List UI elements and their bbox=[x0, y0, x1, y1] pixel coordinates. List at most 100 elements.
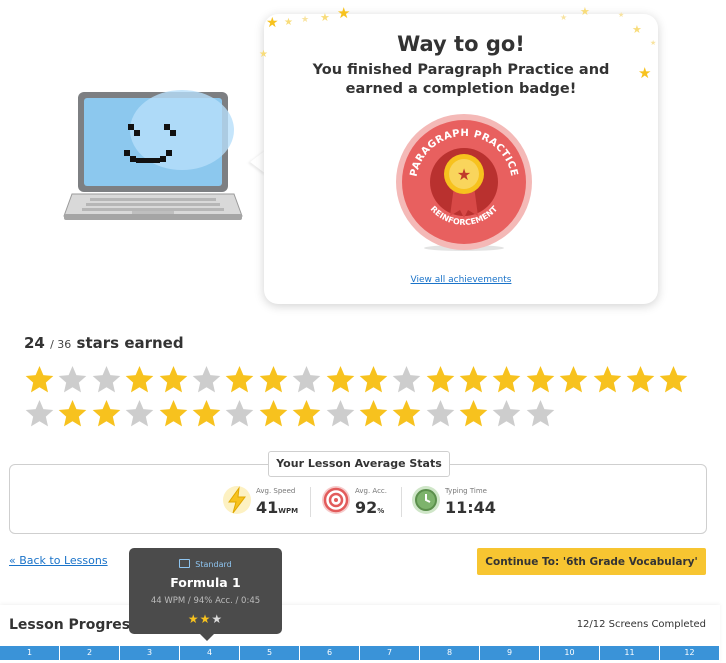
star-earned-icon bbox=[526, 365, 555, 393]
screens-completed-text: 12/12 Screens Completed bbox=[576, 619, 706, 630]
target-icon bbox=[322, 486, 350, 514]
progress-segment[interactable]: 1 bbox=[0, 646, 60, 660]
star-earned-icon bbox=[25, 365, 54, 393]
progress-segment[interactable]: 7 bbox=[360, 646, 420, 660]
typing-time-value: 11:44 bbox=[445, 498, 496, 517]
progress-segment[interactable]: 6 bbox=[300, 646, 360, 660]
star-empty-icon bbox=[226, 399, 254, 427]
back-to-lessons-link[interactable]: « Back to Lessons bbox=[9, 554, 108, 567]
avg-accuracy-value: 92% bbox=[355, 498, 385, 517]
completion-badge-icon: ★ PARAGRAPH PRACTICE REINFORCEMENT bbox=[396, 114, 532, 251]
progress-segment[interactable]: 12 bbox=[660, 646, 720, 660]
tooltip-screen-name: Formula 1 bbox=[170, 575, 241, 590]
avg-speed-label: Avg. Speed bbox=[256, 487, 296, 495]
star-earned-icon bbox=[459, 399, 488, 427]
star-earned-icon bbox=[159, 365, 187, 393]
progress-segment[interactable]: 9 bbox=[480, 646, 540, 660]
progress-segment[interactable]: 5 bbox=[240, 646, 300, 660]
stars-row-1 bbox=[24, 364, 692, 396]
confetti-star-icon: ★ bbox=[337, 4, 351, 22]
avg-accuracy-label: Avg. Acc. bbox=[355, 487, 388, 495]
tooltip-stars: ★★★ bbox=[187, 612, 224, 626]
confetti-star-icon: ★ bbox=[301, 15, 310, 25]
tooltip-arrow bbox=[200, 634, 214, 641]
continue-button[interactable]: Continue To: '6th Grade Vocabulary' bbox=[477, 548, 706, 575]
star-earned-icon bbox=[92, 399, 121, 427]
star-earned-icon bbox=[626, 365, 655, 393]
progress-segment[interactable]: 3 bbox=[120, 646, 180, 660]
star-empty-icon bbox=[426, 399, 455, 427]
confetti-star-icon: ★ bbox=[320, 11, 330, 24]
clock-icon bbox=[412, 486, 440, 514]
confetti-star-icon: ★ bbox=[618, 11, 625, 19]
star-empty-icon bbox=[192, 365, 221, 393]
avg-speed-stat: Avg. Speed 41WPM bbox=[222, 485, 302, 519]
avg-speed-value: 41WPM bbox=[256, 498, 299, 517]
achievement-card: Way to go! You finished Paragraph Practi… bbox=[264, 14, 658, 304]
star-earned-icon bbox=[292, 399, 321, 427]
stars-total: / 36 bbox=[50, 338, 72, 351]
confetti-star-icon: ★ bbox=[580, 5, 590, 18]
laptop-mascot-icon bbox=[63, 90, 243, 220]
star-empty-icon bbox=[392, 365, 421, 393]
star-earned-icon bbox=[192, 399, 221, 427]
stars-earned-summary: 24 / 36 stars earned bbox=[24, 334, 184, 352]
lightning-icon bbox=[223, 486, 251, 514]
star-earned-icon bbox=[326, 365, 354, 393]
tooltip-screen-stats: 44 WPM / 94% Acc. / 0:45 bbox=[150, 596, 261, 606]
progress-segment[interactable]: 2 bbox=[60, 646, 120, 660]
tooltip-mode: Standard bbox=[129, 559, 282, 569]
lesson-progress-title: Lesson Progress bbox=[9, 617, 139, 633]
typing-time-label: Typing Time bbox=[445, 487, 487, 495]
star-earned-icon bbox=[159, 399, 187, 427]
star-earned-icon bbox=[426, 365, 455, 393]
confetti-star-icon: ★ bbox=[266, 15, 279, 31]
stat-divider bbox=[310, 487, 311, 517]
star-empty-icon bbox=[493, 399, 521, 427]
star-empty-icon bbox=[92, 365, 121, 393]
star-earned-icon bbox=[226, 365, 254, 393]
progress-segment[interactable]: 10 bbox=[540, 646, 600, 660]
star-earned-icon bbox=[125, 365, 154, 393]
stars-earned-count: 24 bbox=[24, 334, 45, 352]
star-empty-icon bbox=[25, 399, 54, 427]
stars-row-2 bbox=[24, 398, 558, 430]
lesson-stats-title: Your Lesson Average Stats bbox=[268, 451, 450, 477]
star-earned-icon bbox=[459, 365, 488, 393]
stat-divider bbox=[401, 487, 402, 517]
avg-accuracy-stat: Avg. Acc. 92% bbox=[321, 485, 401, 519]
confetti-star-icon: ★ bbox=[284, 17, 293, 28]
star-empty-icon bbox=[292, 365, 321, 393]
star-earned-icon bbox=[259, 399, 288, 427]
confetti-star-icon: ★ bbox=[638, 64, 652, 82]
star-earned-icon bbox=[559, 365, 588, 393]
progress-segment[interactable]: 11 bbox=[600, 646, 660, 660]
screen-tooltip: Standard Formula 1 44 WPM / 94% Acc. / 0… bbox=[129, 548, 282, 634]
star-earned-icon bbox=[59, 399, 87, 427]
star-earned-icon bbox=[359, 399, 388, 427]
keyboard-icon bbox=[179, 559, 191, 568]
typing-time-stat: Typing Time 11:44 bbox=[411, 485, 501, 519]
star-empty-icon bbox=[125, 399, 154, 427]
star-earned-icon bbox=[359, 365, 388, 393]
star-earned-icon bbox=[660, 365, 688, 393]
star-empty-icon bbox=[526, 399, 555, 427]
lesson-progress-bar: 1 2 3 4 5 6 7 8 9 10 11 12 bbox=[0, 646, 720, 660]
star-earned-icon bbox=[392, 399, 421, 427]
star-empty-icon bbox=[326, 399, 354, 427]
stars-earned-label: stars earned bbox=[76, 334, 184, 352]
svg-text:★: ★ bbox=[457, 165, 471, 184]
star-empty-icon bbox=[59, 365, 87, 393]
star-earned-icon bbox=[593, 365, 621, 393]
star-earned-icon bbox=[493, 365, 521, 393]
view-achievements-link[interactable]: View all achievements bbox=[264, 275, 658, 285]
confetti-star-icon: ★ bbox=[650, 39, 657, 47]
confetti-star-icon: ★ bbox=[259, 49, 268, 60]
progress-segment[interactable]: 8 bbox=[420, 646, 480, 660]
confetti-star-icon: ★ bbox=[560, 13, 568, 22]
star-earned-icon bbox=[259, 365, 288, 393]
progress-segment[interactable]: 4 bbox=[180, 646, 240, 660]
confetti-star-icon: ★ bbox=[632, 23, 642, 36]
celebration-title: Way to go! bbox=[397, 32, 525, 56]
celebration-subtitle: You finished Paragraph Practice and earn… bbox=[312, 62, 610, 97]
